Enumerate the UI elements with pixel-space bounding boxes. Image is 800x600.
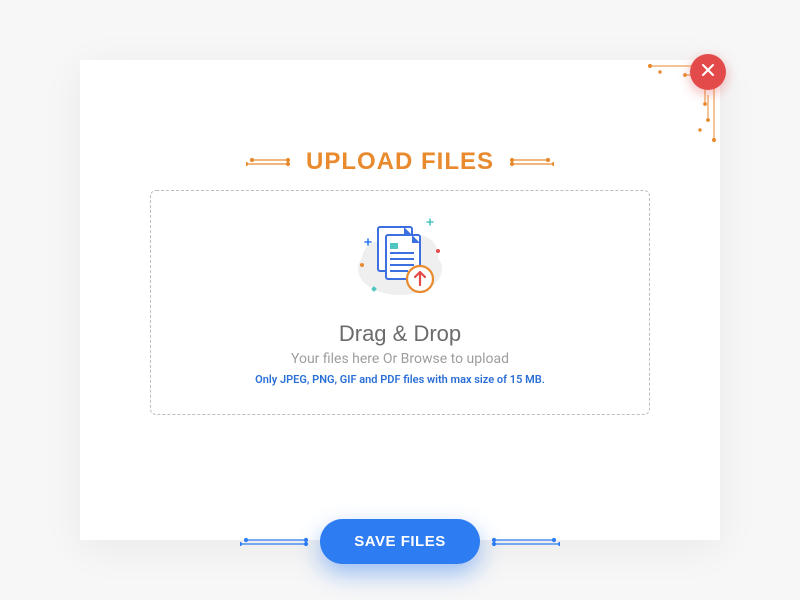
dropzone-subtitle: Your files here Or Browse to upload bbox=[291, 351, 509, 367]
dialog-footer: SAVE FILES bbox=[80, 519, 720, 564]
title-ornament-left-icon bbox=[246, 155, 292, 169]
dialog-header: UPLOAD FILES bbox=[80, 148, 720, 176]
file-dropzone[interactable]: Drag & Drop Your files here Or Browse to… bbox=[150, 190, 650, 415]
title-ornament-right-icon bbox=[508, 155, 554, 169]
dropzone-title: Drag & Drop bbox=[339, 321, 461, 347]
dialog-title: UPLOAD FILES bbox=[306, 148, 494, 176]
save-ornament-left-icon bbox=[240, 535, 310, 549]
save-ornament-right-icon bbox=[490, 535, 560, 549]
upload-dialog: UPLOAD FILES bbox=[80, 60, 720, 540]
close-icon bbox=[700, 62, 716, 82]
upload-illustration-icon bbox=[340, 207, 460, 317]
save-files-button[interactable]: SAVE FILES bbox=[320, 519, 479, 564]
close-button[interactable] bbox=[690, 54, 726, 90]
dropzone-hint: Only JPEG, PNG, GIF and PDF files with m… bbox=[255, 373, 545, 386]
